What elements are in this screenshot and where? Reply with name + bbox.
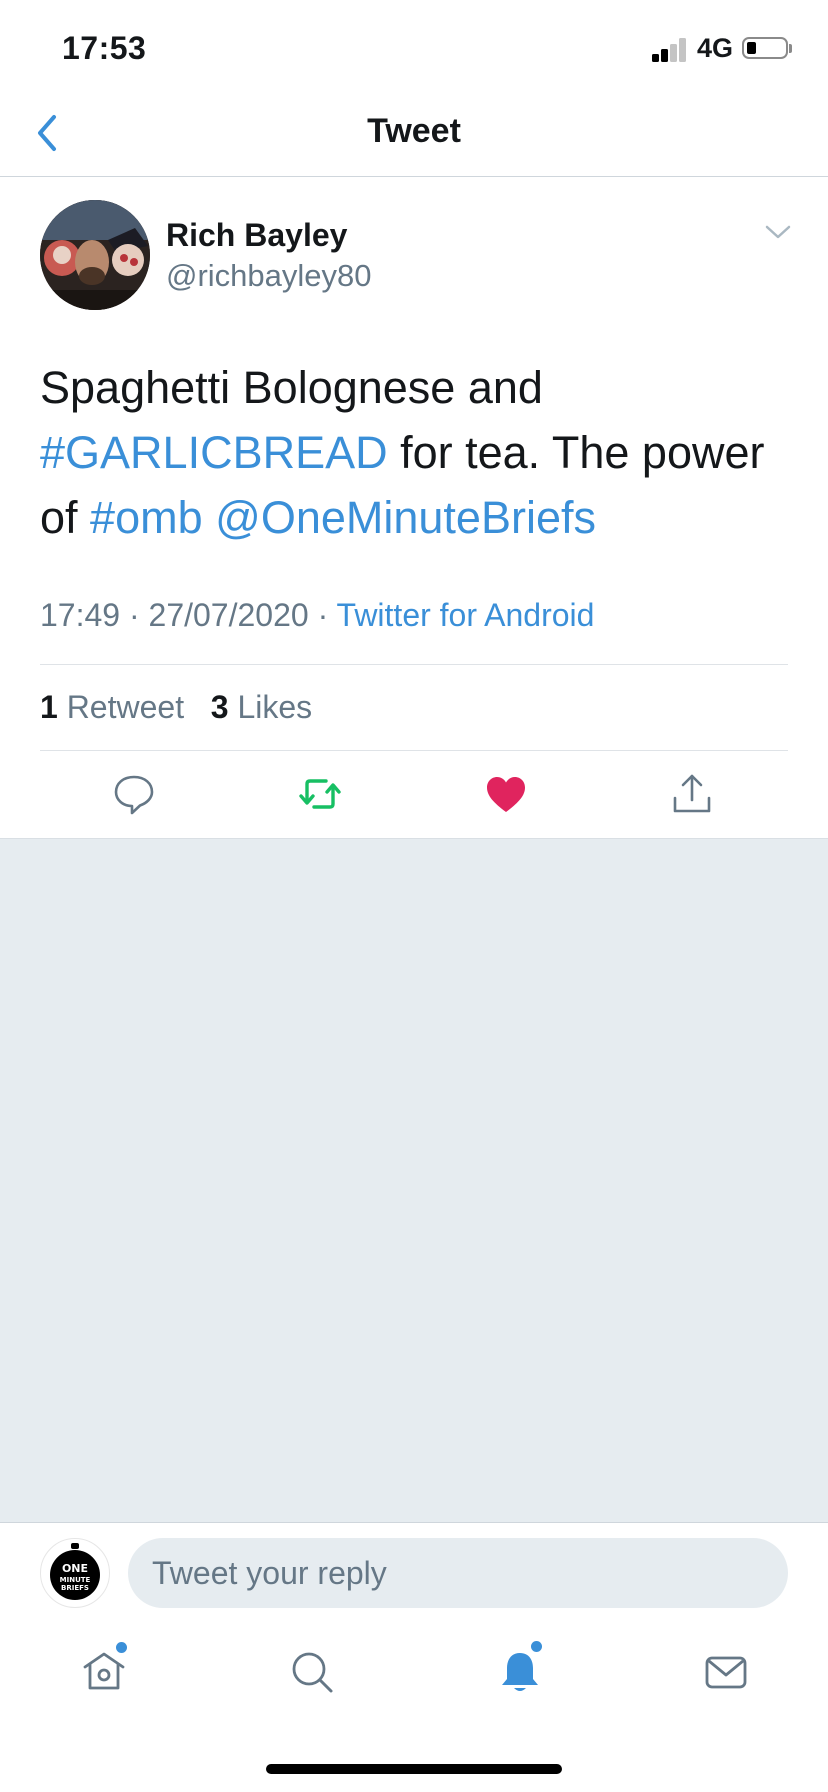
divider xyxy=(40,750,788,751)
battery-icon xyxy=(742,37,788,59)
retweet-icon xyxy=(299,779,341,809)
tweet-stats: 1 Retweet 3 Likes xyxy=(40,689,312,726)
logo-text: MINUTE xyxy=(60,1576,91,1584)
tweet-text-part: Spaghetti Bolognese and xyxy=(40,362,543,413)
likes-label: Likes xyxy=(237,689,313,725)
notification-dot xyxy=(116,1642,127,1653)
home-icon xyxy=(83,1652,125,1690)
user-avatar[interactable]: ONE MINUTE BRIEFS xyxy=(40,1538,110,1608)
meta-separator: · xyxy=(120,597,149,633)
like-button[interactable] xyxy=(484,772,528,816)
home-indicator[interactable] xyxy=(266,1764,562,1774)
tweet-date: 27/07/2020 xyxy=(148,597,309,633)
tweet-time: 17:49 xyxy=(40,597,121,633)
tab-messages[interactable] xyxy=(702,1648,750,1696)
tweet-meta: 17:49 · 27/07/2020 · Twitter for Android xyxy=(40,597,594,634)
notifications-icon xyxy=(502,1653,538,1691)
author-name[interactable]: Rich Bayley xyxy=(166,217,347,254)
search-icon xyxy=(292,1652,333,1693)
likes-stat[interactable]: 3 Likes xyxy=(211,689,312,725)
meta-separator: · xyxy=(308,597,337,633)
mention-link[interactable]: @OneMinuteBriefs xyxy=(215,492,596,543)
status-time: 17:53 xyxy=(62,30,147,66)
tweet-text-space xyxy=(203,492,216,543)
retweet-label: Retweet xyxy=(66,689,185,725)
status-bar: 17:53 4G xyxy=(0,0,828,100)
reply-button[interactable] xyxy=(112,772,156,816)
author-avatar[interactable] xyxy=(40,200,150,310)
navigation-bar: Tweet xyxy=(0,100,828,177)
tab-search[interactable] xyxy=(288,1648,336,1696)
hashtag-link[interactable]: #omb xyxy=(90,492,203,543)
hashtag-link[interactable]: #GARLICBREAD xyxy=(40,427,388,478)
retweets-stat[interactable]: 1 Retweet xyxy=(40,689,184,725)
network-type: 4G xyxy=(697,33,734,63)
messages-icon xyxy=(705,1656,747,1689)
tab-notifications[interactable] xyxy=(496,1641,544,1696)
share-button[interactable] xyxy=(670,772,714,816)
chevron-down-icon[interactable] xyxy=(764,222,792,242)
reply-input[interactable]: Tweet your reply xyxy=(128,1538,788,1608)
speech-bubble-icon xyxy=(114,775,154,815)
logo-text: BRIEFS xyxy=(61,1584,89,1592)
author-handle[interactable]: @richbayley80 xyxy=(166,258,372,294)
retweet-count: 1 xyxy=(40,689,58,725)
battery-cap xyxy=(789,44,792,53)
heart-icon xyxy=(487,777,525,812)
tweet-source-link[interactable]: Twitter for Android xyxy=(337,597,595,633)
notification-dot xyxy=(531,1641,542,1652)
tab-home[interactable] xyxy=(80,1642,128,1696)
divider xyxy=(40,664,788,665)
replies-area xyxy=(0,838,828,1523)
likes-count: 3 xyxy=(210,689,229,725)
signal-strength-icon xyxy=(652,38,688,62)
page-title: Tweet xyxy=(367,112,461,150)
retweet-button[interactable] xyxy=(298,772,342,816)
tweet-text: Spaghetti Bolognese and #GARLICBREAD for… xyxy=(40,355,800,550)
share-icon xyxy=(673,774,711,813)
logo-text: ONE xyxy=(62,1562,88,1575)
